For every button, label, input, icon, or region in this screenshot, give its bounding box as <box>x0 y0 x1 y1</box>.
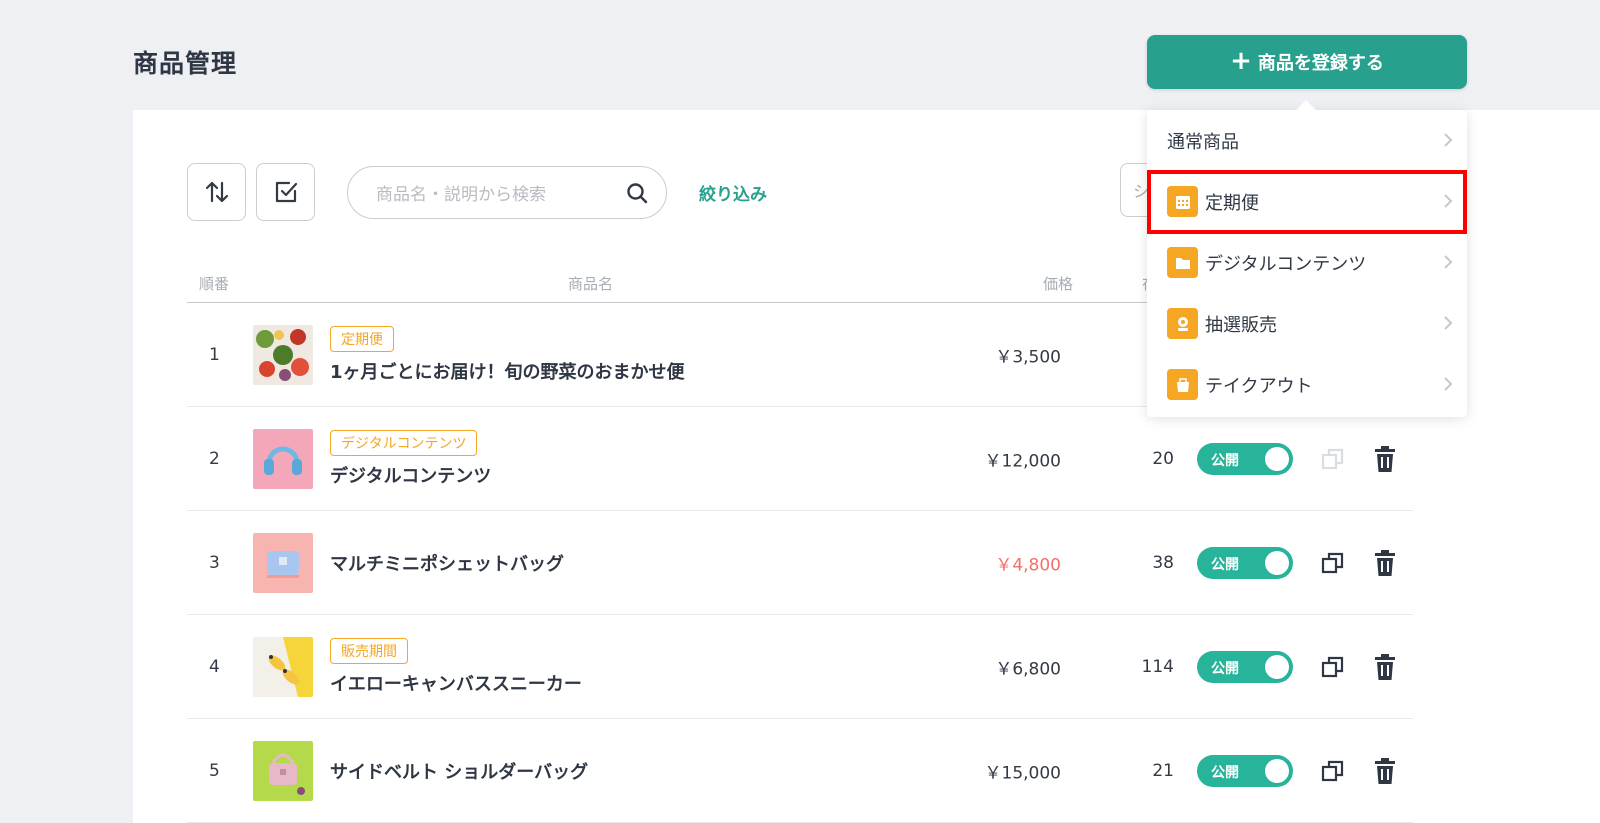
product-thumbnail-pochette <box>253 533 313 593</box>
row-order: 1 <box>209 344 220 365</box>
row-order: 3 <box>209 552 220 573</box>
column-header-name: 商品名 <box>568 275 614 293</box>
row-order: 4 <box>209 656 220 677</box>
publish-toggle[interactable]: 公開 <box>1197 650 1293 683</box>
menu-item-label: テイクアウト <box>1205 375 1313 397</box>
product-stock: 38 <box>1152 552 1174 573</box>
product-thumbnail-headphones <box>253 429 313 489</box>
column-header-price: 価格 <box>1043 275 1074 293</box>
chevron-right-icon <box>1444 377 1453 391</box>
product-tag: デジタルコンテンツ <box>330 429 478 456</box>
table-row[interactable]: 4 販売期間 イエローキャンバススニーカー ￥6,800 114 公開 <box>187 615 1413 719</box>
menu-item-lottery[interactable]: 抽選販売 <box>1147 293 1467 354</box>
product-thumbnail-vegetables <box>253 325 313 385</box>
publish-toggle-label: 公開 <box>1211 452 1239 469</box>
add-product-label: 商品を登録する <box>1257 53 1384 74</box>
chevron-right-icon <box>1444 133 1453 147</box>
trash-icon[interactable] <box>1372 653 1398 681</box>
product-stock: 114 <box>1141 656 1174 677</box>
sort-button[interactable] <box>187 163 246 221</box>
page-title: 商品管理 <box>133 49 238 78</box>
menu-item-regular-product[interactable]: 通常商品 <box>1147 110 1467 171</box>
publish-toggle-label: 公開 <box>1211 660 1239 677</box>
row-order: 2 <box>209 448 220 469</box>
menu-item-label: デジタルコンテンツ <box>1205 253 1367 275</box>
menu-item-digital-content[interactable]: デジタルコンテンツ <box>1147 232 1467 293</box>
product-price: ￥4,800 <box>995 555 1061 575</box>
duplicate-icon[interactable] <box>1320 758 1346 784</box>
highlight-box <box>1147 170 1467 234</box>
product-thumbnail-shoulder-bag <box>253 741 313 801</box>
search-input[interactable]: 商品名・説明から検索 <box>347 166 667 219</box>
toggle-knob <box>1265 446 1289 471</box>
menu-item-label: 抽選販売 <box>1205 314 1277 336</box>
publish-toggle-label: 公開 <box>1211 764 1239 781</box>
product-price: ￥3,500 <box>995 347 1061 367</box>
table-row[interactable]: 5 サイドベルト ショルダーバッグ ￥15,000 21 公開 <box>187 719 1413 823</box>
trash-icon[interactable] <box>1372 757 1398 785</box>
search-placeholder: 商品名・説明から検索 <box>376 185 546 205</box>
product-price: ￥12,000 <box>984 451 1061 471</box>
bulk-select-button[interactable] <box>256 163 315 221</box>
product-type-menu: 通常商品 定期便 デジタルコンテンツ 抽選販売 テイクアウト <box>1147 100 1467 417</box>
trash-icon[interactable] <box>1372 549 1398 577</box>
search-icon[interactable] <box>626 182 648 204</box>
product-tag: 定期便 <box>330 325 394 352</box>
publish-toggle[interactable]: 公開 <box>1197 546 1293 579</box>
product-stock: 20 <box>1152 448 1174 469</box>
trash-icon[interactable] <box>1372 445 1398 473</box>
menu-item-label: 通常商品 <box>1167 131 1239 153</box>
product-name[interactable]: サイドベルト ショルダーバッグ <box>330 758 588 784</box>
product-name[interactable]: デジタルコンテンツ <box>330 462 491 488</box>
folder-icon <box>1167 247 1198 278</box>
product-price: ￥15,000 <box>984 763 1061 783</box>
filter-link[interactable]: 絞り込み <box>699 180 767 205</box>
publish-toggle[interactable]: 公開 <box>1197 754 1293 787</box>
plus-icon: + <box>1230 45 1252 76</box>
duplicate-icon[interactable] <box>1320 654 1346 680</box>
table-row[interactable]: 2 デジタルコンテンツ デジタルコンテンツ ￥12,000 20 公開 <box>187 407 1413 511</box>
publish-toggle-label: 公開 <box>1211 556 1239 573</box>
product-price: ￥6,800 <box>995 659 1061 679</box>
toggle-knob <box>1265 758 1289 783</box>
toggle-knob <box>1265 654 1289 679</box>
product-stock: 21 <box>1152 760 1174 781</box>
takeout-bag-icon <box>1167 369 1198 400</box>
product-name[interactable]: マルチミニポシェットバッグ <box>330 550 564 576</box>
product-tag: 販売期間 <box>330 637 408 664</box>
product-name[interactable]: イエローキャンバススニーカー <box>330 670 582 696</box>
add-product-button[interactable]: + 商品を登録する <box>1147 35 1467 89</box>
sort-arrows-icon <box>205 181 228 203</box>
toggle-knob <box>1265 550 1289 575</box>
product-name[interactable]: 1ヶ月ごとにお届け！旬の野菜のおまかせ便 <box>330 358 685 384</box>
checkbox-icon <box>275 181 297 203</box>
publish-toggle[interactable]: 公開 <box>1197 442 1293 475</box>
duplicate-icon[interactable] <box>1320 446 1346 472</box>
table-row[interactable]: 3 マルチミニポシェットバッグ ￥4,800 38 公開 <box>187 511 1413 615</box>
menu-item-takeout[interactable]: テイクアウト <box>1147 354 1467 415</box>
lottery-icon <box>1167 308 1198 339</box>
duplicate-icon[interactable] <box>1320 550 1346 576</box>
chevron-right-icon <box>1444 255 1453 269</box>
product-thumbnail-sneakers <box>253 637 313 697</box>
row-order: 5 <box>209 760 220 781</box>
chevron-right-icon <box>1444 316 1453 330</box>
column-header-order: 順番 <box>199 275 230 293</box>
